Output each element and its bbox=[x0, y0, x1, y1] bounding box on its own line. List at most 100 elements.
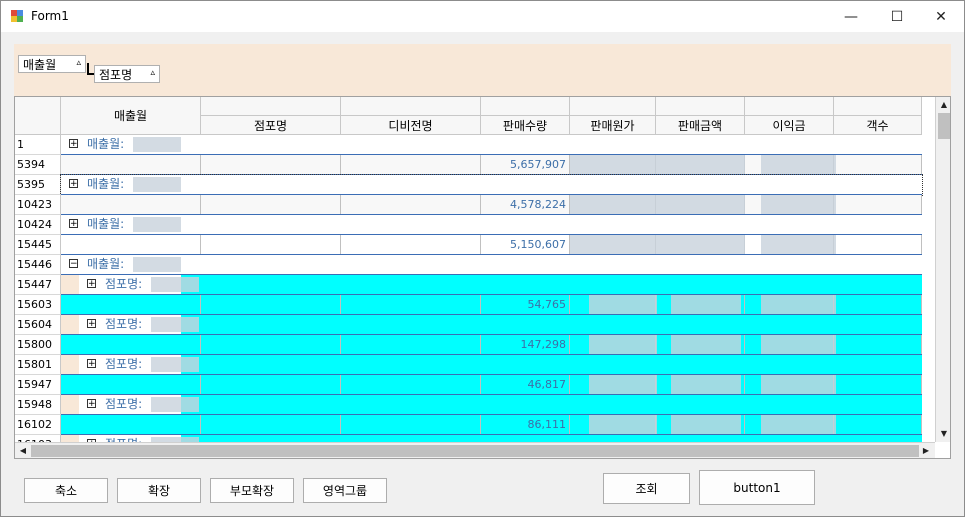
summary-row[interactable]: 15800 147,298 bbox=[15, 335, 922, 355]
qty-value: 5,657,907 bbox=[510, 158, 566, 171]
button1[interactable]: button1 bbox=[699, 470, 815, 505]
grid-cell bbox=[834, 195, 922, 214]
summary-row[interactable]: 15947 46,817 bbox=[15, 375, 922, 395]
column-header-customers[interactable]: 객수 bbox=[834, 116, 922, 135]
redacted-value bbox=[151, 317, 199, 332]
row-body: + 점포명: bbox=[61, 395, 922, 415]
expand-icon[interactable]: + bbox=[87, 279, 96, 289]
grid-cell bbox=[61, 335, 201, 354]
group-row[interactable]: 15948 + 점포명: bbox=[15, 395, 922, 415]
column-header-division[interactable]: 디비전명 bbox=[341, 116, 481, 135]
summary-row[interactable]: 10423 4,578,224 bbox=[15, 195, 922, 215]
grid-cell bbox=[834, 255, 922, 274]
row-body: 54,765 bbox=[61, 295, 922, 315]
group-row[interactable]: 5395 + 매출월: bbox=[15, 174, 923, 196]
redacted-value bbox=[761, 155, 836, 174]
expand-icon[interactable]: + bbox=[69, 179, 78, 189]
row-body: + 점포명: bbox=[61, 315, 922, 335]
group-indent bbox=[61, 355, 79, 374]
group-label: 매출월: bbox=[87, 257, 125, 271]
collapse-icon[interactable]: − bbox=[69, 259, 78, 269]
group-label: 점포명: bbox=[105, 317, 143, 331]
summary-row[interactable]: 15603 54,765 bbox=[15, 295, 922, 315]
group-chip-store[interactable]: 점포명 ▵ bbox=[94, 65, 160, 83]
row-body: + 매출월: bbox=[61, 215, 922, 235]
vertical-scroll-thumb[interactable] bbox=[938, 113, 950, 139]
redacted-value bbox=[151, 277, 199, 292]
redacted-value bbox=[761, 335, 836, 354]
column-header-profit[interactable]: 이익금 bbox=[745, 116, 834, 135]
summary-row[interactable]: 15445 5,150,607 bbox=[15, 235, 922, 255]
group-row[interactable]: 10424 + 매출월: bbox=[15, 215, 922, 235]
grid-cell bbox=[481, 175, 570, 194]
grid-cell bbox=[341, 135, 481, 154]
row-number: 15948 bbox=[15, 395, 61, 415]
scroll-right-icon[interactable]: ▶ bbox=[919, 444, 933, 458]
column-header-qty[interactable]: 판매수량 bbox=[481, 116, 570, 135]
grid-cell bbox=[745, 135, 834, 154]
redacted-value bbox=[570, 195, 656, 214]
redacted-value bbox=[133, 257, 181, 272]
column-header-amount[interactable]: 판매금액 bbox=[656, 116, 745, 135]
grid-cell bbox=[201, 335, 341, 354]
vertical-scrollbar[interactable]: ▲ ▼ bbox=[935, 97, 950, 442]
grid-cell bbox=[656, 175, 745, 194]
group-row[interactable]: 15447 + 점포명: bbox=[15, 275, 922, 295]
grid-cell bbox=[61, 235, 201, 254]
redacted-value bbox=[151, 357, 199, 372]
expand-icon[interactable]: + bbox=[87, 319, 96, 329]
redacted-value bbox=[671, 335, 741, 354]
data-grid[interactable]: 매출월 점포명 디비전명 판매수량 판매원가 판매금액 이익금 객수 1 + 매출월… bbox=[14, 96, 951, 459]
group-label: 점포명: bbox=[105, 277, 143, 291]
row-body: + 점포명: bbox=[61, 355, 922, 375]
horizontal-scrollbar[interactable]: ◀ ▶ bbox=[15, 442, 935, 458]
expand-icon[interactable]: + bbox=[87, 359, 96, 369]
qty-value: 46,817 bbox=[527, 378, 567, 391]
group-row-fill bbox=[181, 395, 922, 414]
group-row[interactable]: 15801 + 점포명: bbox=[15, 355, 922, 375]
area-group-button[interactable]: 영역그룹 bbox=[303, 478, 387, 503]
window-title: Form1 bbox=[31, 9, 69, 23]
column-header-store[interactable]: 점포명 bbox=[201, 116, 341, 135]
expand-icon[interactable]: + bbox=[87, 399, 96, 409]
grid-cell bbox=[201, 235, 341, 254]
summary-row[interactable]: 5394 5,657,907 bbox=[15, 155, 922, 175]
sort-asc-icon: ▵ bbox=[76, 58, 81, 68]
app-icon bbox=[11, 10, 23, 22]
group-chip-month[interactable]: 매출월 ▵ bbox=[18, 55, 86, 73]
form1-window: Form1 — ☐ ✕ 매출월 ▵ 점포명 ▵ 매출월 점포명 디비전명 판매수… bbox=[0, 0, 965, 517]
grid-cell bbox=[61, 155, 201, 174]
grid-cell bbox=[570, 255, 656, 274]
redacted-value bbox=[761, 235, 836, 254]
row-number: 15947 bbox=[15, 375, 61, 395]
scroll-up-icon[interactable]: ▲ bbox=[937, 98, 950, 112]
group-label: 매출월: bbox=[87, 177, 125, 191]
band-header-month[interactable]: 매출월 bbox=[61, 97, 201, 135]
maximize-button[interactable]: ☐ bbox=[874, 1, 920, 32]
grid-cell bbox=[656, 215, 745, 234]
group-row[interactable]: 15604 + 점포명: bbox=[15, 315, 922, 335]
redacted-value bbox=[133, 177, 181, 192]
column-header-cost[interactable]: 판매원가 bbox=[570, 116, 656, 135]
parent-expand-button[interactable]: 부모확장 bbox=[210, 478, 294, 503]
collapse-button[interactable]: 축소 bbox=[24, 478, 108, 503]
scroll-down-icon[interactable]: ▼ bbox=[937, 427, 950, 441]
row-number: 15446 bbox=[15, 255, 61, 275]
expand-button[interactable]: 확장 bbox=[117, 478, 201, 503]
group-row-fill bbox=[181, 275, 922, 294]
group-row[interactable]: 1 + 매출월: bbox=[15, 135, 922, 155]
expand-icon[interactable]: + bbox=[69, 219, 78, 229]
grid-cell bbox=[341, 155, 481, 174]
summary-row[interactable]: 16102 86,111 bbox=[15, 415, 922, 435]
qty-value: 86,111 bbox=[527, 418, 567, 431]
group-row[interactable]: 15446− 매출월: bbox=[15, 255, 922, 275]
minimize-button[interactable]: — bbox=[828, 1, 874, 32]
query-button[interactable]: 조회 bbox=[603, 473, 690, 504]
scroll-left-icon[interactable]: ◀ bbox=[16, 444, 30, 458]
row-number: 15801 bbox=[15, 355, 61, 375]
horizontal-scroll-thumb[interactable] bbox=[31, 445, 919, 457]
redacted-value bbox=[133, 217, 181, 232]
grid-cell bbox=[341, 415, 481, 434]
close-button[interactable]: ✕ bbox=[918, 1, 964, 32]
expand-icon[interactable]: + bbox=[69, 139, 78, 149]
